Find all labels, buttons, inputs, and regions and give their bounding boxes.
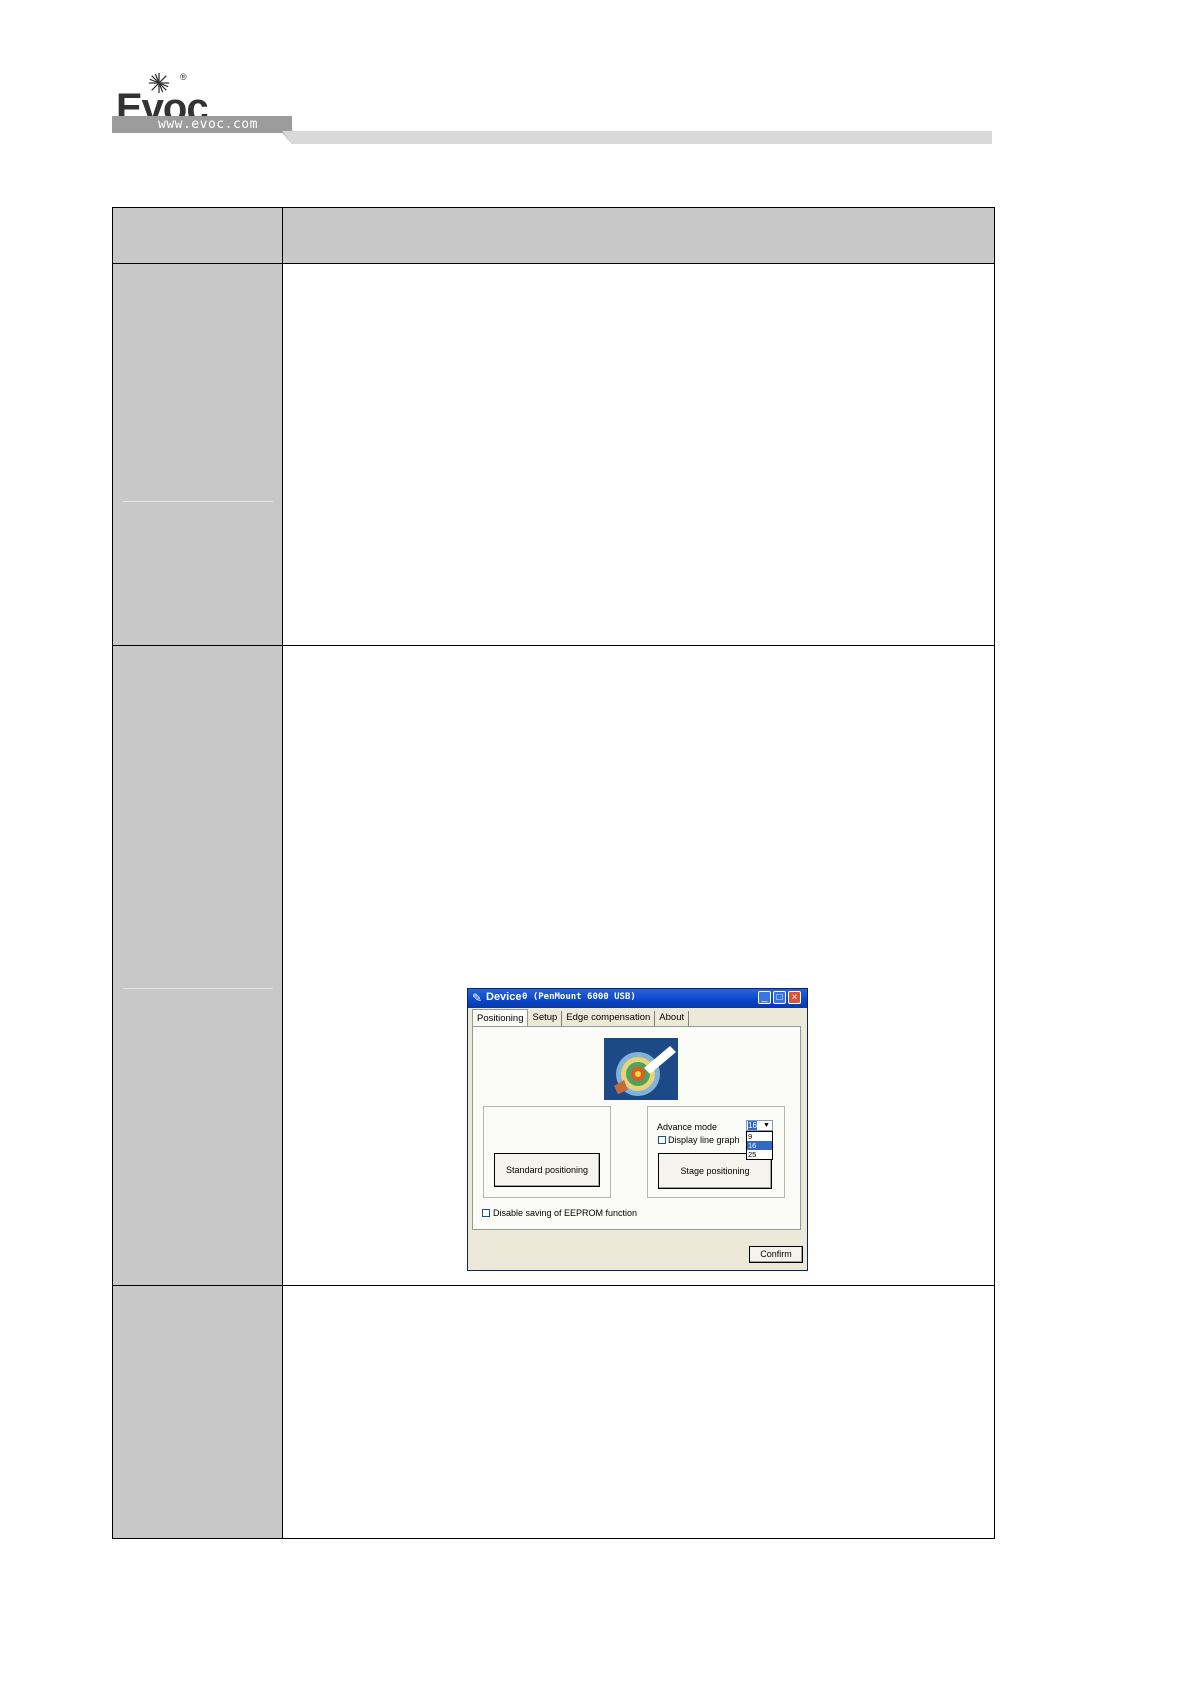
advance-mode-select[interactable]: 16 ▼ bbox=[746, 1120, 773, 1131]
confirm-button[interactable]: Confirm bbox=[749, 1246, 803, 1263]
pen-icon: ✎ bbox=[472, 991, 483, 1005]
dropdown-option[interactable]: 16 bbox=[747, 1141, 772, 1150]
dropdown-option[interactable]: 25 bbox=[747, 1150, 772, 1159]
dialog-title: Device bbox=[486, 991, 522, 1003]
close-button[interactable]: × bbox=[788, 991, 801, 1004]
dialog-title-device: 0 (PenMount 6000 USB) bbox=[522, 992, 636, 1002]
table-header-left-cell bbox=[113, 208, 283, 263]
display-line-graph-checkbox[interactable] bbox=[658, 1136, 666, 1144]
tab-edge-compensation[interactable]: Edge compensation bbox=[562, 1011, 656, 1026]
table-row bbox=[113, 263, 994, 646]
calibration-target-icon bbox=[604, 1038, 678, 1100]
table-row bbox=[113, 1285, 994, 1538]
header-stripe bbox=[292, 131, 992, 144]
dropdown-option[interactable]: 9 bbox=[747, 1132, 772, 1141]
table-header-row bbox=[113, 208, 994, 263]
chevron-down-icon: ▼ bbox=[763, 1122, 770, 1129]
cell-divider bbox=[123, 501, 273, 502]
registered-mark: ® bbox=[180, 72, 187, 82]
disable-eeprom-label: Disable saving of EEPROM function bbox=[493, 1208, 638, 1218]
row-label-cell bbox=[113, 646, 283, 1286]
penmount-dialog-window: ✎ Device 0 (PenMount 6000 USB) _ □ × Pos… bbox=[467, 988, 808, 1271]
tab-positioning[interactable]: Positioning bbox=[472, 1009, 529, 1026]
website-text: www.evoc.com bbox=[158, 117, 258, 132]
advance-mode-dropdown-list: 9 16 25 bbox=[746, 1131, 773, 1160]
cell-divider bbox=[123, 988, 273, 989]
disable-eeprom-checkbox[interactable] bbox=[482, 1209, 490, 1217]
display-line-graph-label: Display line graph bbox=[668, 1135, 740, 1145]
tab-about[interactable]: About bbox=[655, 1011, 690, 1026]
advance-mode-selected-value: 16 bbox=[748, 1121, 757, 1130]
standard-positioning-group: Standard positioning bbox=[483, 1106, 611, 1198]
standard-positioning-button[interactable]: Standard positioning bbox=[494, 1153, 600, 1187]
row-label-cell bbox=[113, 264, 283, 646]
maximize-button[interactable]: □ bbox=[773, 991, 786, 1004]
row-content-cell bbox=[283, 264, 994, 646]
tab-strip: Positioning Setup Edge compensation Abou… bbox=[472, 1009, 690, 1026]
content-table bbox=[112, 207, 995, 1539]
dialog-titlebar[interactable]: ✎ Device 0 (PenMount 6000 USB) _ □ × bbox=[468, 989, 807, 1008]
tab-setup[interactable]: Setup bbox=[528, 1011, 563, 1026]
advance-mode-label: Advance mode bbox=[657, 1122, 718, 1132]
row-label-cell bbox=[113, 1286, 283, 1538]
row-content-cell bbox=[283, 1286, 994, 1538]
minimize-button[interactable]: _ bbox=[758, 991, 771, 1004]
table-header-right-cell bbox=[283, 208, 994, 263]
logo-star-icon bbox=[148, 72, 170, 94]
